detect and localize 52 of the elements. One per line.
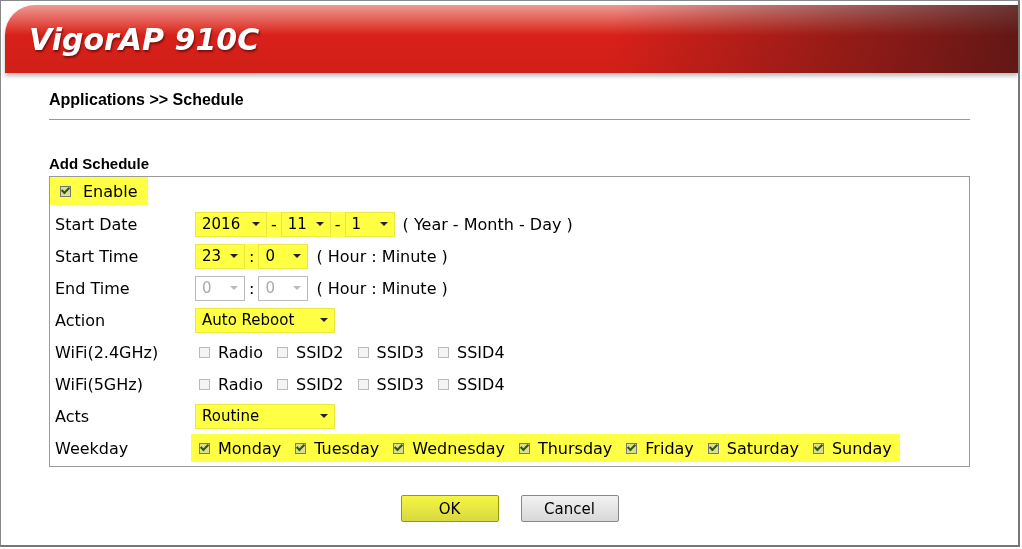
separator: :	[248, 278, 256, 298]
option-checkbox[interactable]: SSID4	[438, 342, 505, 362]
option-checkbox[interactable]: Wednesday	[393, 438, 505, 458]
option-checkbox[interactable]: Saturday	[707, 438, 799, 458]
dropdown[interactable]: Auto Reboot	[195, 307, 335, 333]
option-checkbox[interactable]: Friday	[626, 438, 694, 458]
caret-icon	[320, 318, 328, 322]
breadcrumb: Applications >> Schedule	[49, 73, 970, 120]
option-checkbox[interactable]: SSID2	[276, 374, 344, 394]
product-title: VigorAP 910C	[29, 21, 260, 57]
format-hint: ( Year - Month - Day )	[402, 214, 573, 234]
dropdown[interactable]: 0	[258, 243, 309, 269]
dropdown[interactable]: 23	[195, 243, 245, 269]
option-checkbox[interactable]: SSID4	[438, 374, 505, 394]
caret-icon	[320, 414, 328, 418]
field-label: Weekday	[54, 438, 130, 458]
separator: -	[270, 214, 278, 234]
dialog-button[interactable]: OK	[400, 495, 499, 522]
option-checkbox[interactable]: Sunday	[812, 438, 892, 458]
option-checkbox[interactable]: Radio	[199, 342, 263, 362]
section-title: Add Schedule	[49, 155, 150, 172]
option-checkbox[interactable]: SSID3	[357, 342, 425, 362]
option-checkbox[interactable]: SSID3	[357, 374, 425, 394]
dropdown[interactable]: 11	[280, 211, 331, 237]
field-label: Start Time	[54, 246, 140, 266]
format-hint: ( Hour : Minute )	[316, 246, 448, 266]
caret-icon	[293, 254, 302, 258]
caret-icon	[315, 222, 324, 226]
option-checkbox[interactable]: Monday	[199, 438, 282, 458]
field-label: WiFi(2.4GHz)	[54, 342, 160, 362]
dropdown[interactable]: Routine	[195, 403, 335, 429]
separator: :	[248, 246, 256, 266]
field-label: Start Date	[54, 214, 139, 234]
option-checkbox[interactable]: Tuesday	[295, 438, 380, 458]
separator: -	[333, 214, 342, 234]
caret-icon	[379, 222, 388, 226]
option-checkbox[interactable]: SSID2	[276, 342, 344, 362]
option-checkbox[interactable]: Thursday	[518, 438, 613, 458]
option-checkbox[interactable]: Radio	[199, 374, 263, 394]
dropdown[interactable]: 2016	[195, 211, 267, 237]
caret-icon	[230, 286, 238, 290]
format-hint: ( Hour : Minute )	[316, 278, 448, 298]
enable-checkbox[interactable]: Enable	[50, 177, 148, 205]
caret-icon	[230, 254, 238, 258]
field-label: Acts	[54, 406, 91, 426]
dialog-button[interactable]: Cancel	[520, 495, 619, 522]
field-label: Action	[54, 310, 107, 330]
field-label: WiFi(5GHz)	[54, 374, 144, 394]
field-label: End Time	[54, 278, 131, 298]
caret-icon	[252, 222, 260, 226]
caret-icon	[293, 286, 302, 290]
dropdown[interactable]: 1	[344, 211, 395, 237]
